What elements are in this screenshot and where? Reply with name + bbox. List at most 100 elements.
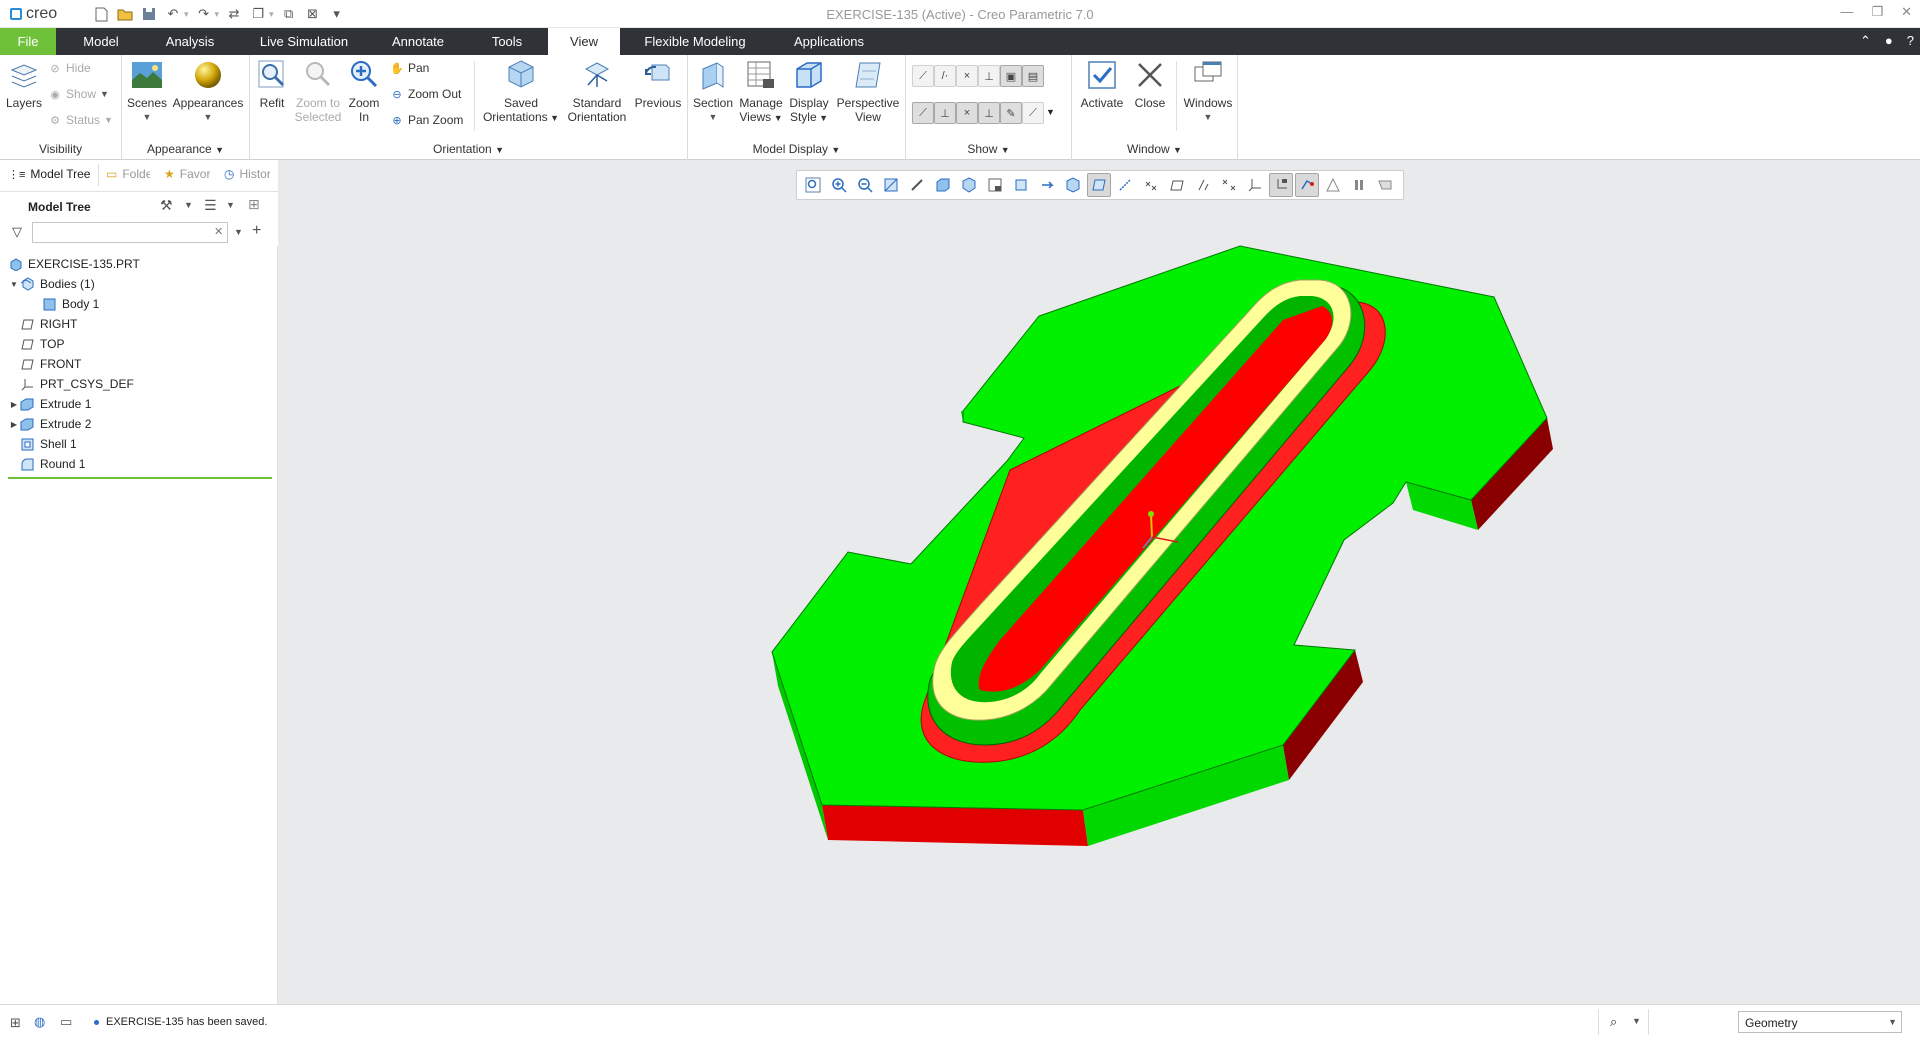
saved-orientations-icon[interactable] — [957, 173, 981, 197]
graphics-window[interactable] — [278, 160, 1920, 1004]
appearances-button[interactable]: Appearances ▼ — [170, 58, 246, 124]
tab-view[interactable]: View — [548, 28, 620, 55]
zoom-out-icon[interactable] — [853, 173, 877, 197]
tree-item[interactable]: RIGHT — [20, 314, 77, 334]
previous-button[interactable]: Previous — [632, 58, 684, 110]
tab-history[interactable]: ◷ History — [224, 167, 270, 181]
display-style-icon[interactable] — [931, 173, 955, 197]
more-tools-icon[interactable] — [1373, 173, 1397, 197]
refit-icon[interactable] — [801, 173, 825, 197]
perspective-view-icon[interactable] — [905, 173, 929, 197]
expand-toggle[interactable]: ▶ — [8, 420, 20, 429]
tree-item[interactable]: ▶ Extrude 2 — [8, 414, 91, 434]
model-display-group-label[interactable]: Model Display ▼ — [688, 142, 905, 156]
tab-live-simulation[interactable]: Live Simulation — [254, 28, 354, 55]
annotation-display-icon[interactable]: × — [956, 102, 978, 124]
tree-item[interactable]: FRONT — [20, 354, 81, 374]
browser-toggle-icon[interactable]: ◍ — [34, 1014, 45, 1030]
tree-item[interactable]: Shell 1 — [20, 434, 77, 454]
navigator-toggle-icon[interactable]: ⊞ — [10, 1015, 21, 1031]
axis-display-icon[interactable] — [1113, 173, 1137, 197]
show-button[interactable]: ◉ Show ▼ — [48, 87, 109, 101]
tree-item[interactable]: ▶ Extrude 1 — [8, 394, 91, 414]
tree-item[interactable]: Body 1 — [42, 294, 99, 314]
search-input[interactable] — [32, 222, 228, 243]
pan-zoom-button[interactable]: ⊕ Pan Zoom — [390, 113, 463, 127]
show-group-label[interactable]: Show ▼ — [906, 142, 1071, 156]
standard-orientation-button[interactable]: Standard Orientation — [564, 58, 630, 124]
annotation-display-icon[interactable] — [1295, 173, 1319, 197]
tab-tools[interactable]: Tools — [484, 28, 530, 55]
add-icon[interactable]: + — [252, 222, 261, 240]
status-button[interactable]: ⚙ Status ▼ — [48, 113, 113, 127]
zoom-in-icon[interactable] — [827, 173, 851, 197]
settings-icon[interactable]: ⚒ — [160, 197, 173, 214]
layers-button[interactable]: Layers — [4, 58, 44, 110]
collapse-ribbon-icon[interactable]: ⌃ — [1860, 33, 1871, 49]
spin-center-icon[interactable] — [1035, 173, 1059, 197]
pan-button[interactable]: ✋ Pan — [390, 61, 429, 75]
point-display-icon[interactable] — [1139, 173, 1163, 197]
tab-folder-browser[interactable]: ▭ Folder Browser — [106, 167, 150, 181]
help-icon[interactable]: ? — [1907, 33, 1914, 49]
tree-item[interactable]: Round 1 — [20, 454, 85, 474]
scenes-button[interactable]: Scenes ▼ — [126, 58, 168, 124]
axis-display-icon[interactable]: /· — [934, 65, 956, 87]
tab-analysis[interactable]: Analysis — [158, 28, 222, 55]
show-columns-icon[interactable]: ☰ — [204, 197, 217, 214]
tree-item[interactable]: EXERCISE-135.PRT — [8, 254, 140, 274]
datum-point-tag-icon[interactable] — [1217, 173, 1241, 197]
find-icon[interactable]: ⌕ — [1610, 1014, 1617, 1030]
tree-item[interactable]: PRT_CSYS_DEF — [20, 374, 134, 394]
plane-display-icon[interactable] — [1087, 173, 1111, 197]
insert-indicator[interactable] — [8, 477, 272, 479]
tab-annotate[interactable]: Annotate — [386, 28, 450, 55]
perspective-view-button[interactable]: Perspective View — [834, 58, 902, 124]
zoom-to-selected-button[interactable]: Zoom to Selected — [292, 58, 344, 124]
tree-item[interactable]: ▼ Bodies (1) — [8, 274, 95, 294]
annotation-icon[interactable] — [1321, 173, 1345, 197]
hide-button[interactable]: ⊘ Hide — [48, 61, 90, 75]
csys-tag-display-icon[interactable]: ⊥ — [934, 102, 956, 124]
window-group-label[interactable]: Window ▼ — [1072, 142, 1237, 156]
expand-toggle[interactable]: ▶ — [8, 400, 20, 409]
model-3d-view[interactable] — [278, 160, 1920, 1004]
tree-item[interactable]: TOP — [20, 334, 64, 354]
display-style-button[interactable]: Display Style ▼ — [786, 58, 832, 125]
plane-display-icon[interactable]: ⟋ — [912, 65, 934, 87]
zoom-in-button[interactable]: Zoom In — [346, 58, 382, 124]
user-icon[interactable]: ● — [1885, 33, 1893, 49]
tree-filters-icon[interactable]: ⊞ — [248, 196, 260, 213]
zoom-out-button[interactable]: ⊖ Zoom Out — [390, 87, 461, 101]
plane-tag-display-icon[interactable]: ▣ — [1000, 65, 1022, 87]
minimize-icon[interactable]: — — [1840, 4, 1853, 20]
view-manager-icon[interactable] — [983, 173, 1007, 197]
chevron-down-icon[interactable]: ▼ — [1632, 1016, 1641, 1026]
section-icon[interactable] — [1009, 173, 1033, 197]
repaint-icon[interactable] — [879, 173, 903, 197]
restore-icon[interactable]: ❐ — [1871, 4, 1883, 20]
point-tag-display-icon[interactable]: ⟋ — [912, 102, 934, 124]
windows-button[interactable]: Windows ▼ — [1180, 58, 1236, 124]
refit-button[interactable]: Refit — [254, 58, 290, 110]
csys-tag-display-icon[interactable] — [1269, 173, 1293, 197]
manage-views-button[interactable]: Manage Views ▼ — [738, 58, 784, 125]
tab-flexible-modeling[interactable]: Flexible Modeling — [638, 28, 752, 55]
orientation-group-label[interactable]: Orientation ▼ — [250, 142, 687, 156]
pause-icon[interactable] — [1347, 173, 1371, 197]
datum-plane-tag-icon[interactable] — [1165, 173, 1189, 197]
point-display-icon[interactable]: × — [956, 65, 978, 87]
filter-icon[interactable]: ▽ — [12, 224, 22, 240]
csys-display-icon[interactable]: ⊥ — [978, 65, 1000, 87]
chevron-down-icon[interactable]: ▼ — [226, 200, 235, 210]
appearance-icon[interactable] — [1061, 173, 1085, 197]
clear-search-icon[interactable]: ✕ — [214, 225, 223, 238]
tab-file[interactable]: File — [0, 28, 56, 55]
more-show-icon[interactable]: ⟋ — [1022, 102, 1044, 124]
full-screen-icon[interactable]: ▭ — [60, 1014, 72, 1030]
close-icon[interactable]: ✕ — [1901, 4, 1912, 20]
saved-orientations-button[interactable]: Saved Orientations ▼ — [480, 58, 562, 125]
axis-tag-display-icon[interactable]: ▤ — [1022, 65, 1044, 87]
close-button[interactable]: Close — [1130, 58, 1170, 110]
datum-axis-tag-icon[interactable] — [1191, 173, 1215, 197]
